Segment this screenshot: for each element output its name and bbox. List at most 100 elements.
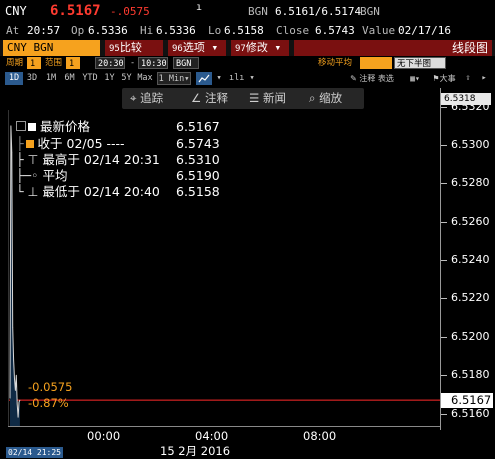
time-from-field[interactable]: 20:30	[95, 57, 125, 69]
track-label: 追踪	[140, 91, 164, 105]
share-icon[interactable]: ⇪	[462, 72, 474, 85]
events-button[interactable]: ⚑大事	[429, 72, 459, 85]
y-tick-mark	[441, 336, 447, 338]
options-number: 96	[172, 44, 183, 54]
zoom-1m-button[interactable]: 1M	[42, 72, 60, 85]
top-price-marker: 6.5318	[441, 93, 491, 105]
tree-branch-icon: ├	[16, 136, 24, 151]
period-field[interactable]: 1	[27, 57, 41, 69]
track-button[interactable]: ⌖ 追踪	[130, 88, 163, 109]
y-tick-mark	[441, 375, 447, 377]
quote-header: CNY 6.5167 -.0575 ı BGN 6.5161/6.5174 BG…	[0, 0, 495, 24]
zoom-button[interactable]: ⌕ 缩放	[309, 88, 342, 109]
at-label: At	[6, 24, 20, 37]
close-value: 6.5743	[315, 24, 355, 37]
legend-label: 最高于 02/14 20:31	[42, 152, 160, 167]
zoom-ytd-button[interactable]: YTD	[80, 72, 100, 85]
price-point	[14, 378, 15, 380]
legend-value: 6.5310	[176, 152, 220, 167]
moving-average-label: 移动平均	[318, 58, 353, 68]
y-tick-mark	[441, 260, 447, 262]
x-tick-label: 04:00	[195, 429, 229, 443]
more-options-icon[interactable]: ▸	[478, 72, 490, 85]
chart-style-dropdown-icon[interactable]: ▾	[214, 72, 224, 85]
legend-item[interactable]: 最新价格 6.5167	[16, 119, 220, 135]
chart-type-title[interactable]: 线段图	[294, 40, 492, 56]
zoom-3d-button[interactable]: 3D	[24, 72, 40, 85]
lower-panel-select[interactable]: 无下半图	[394, 57, 446, 69]
x-tick-label: 00:00	[87, 429, 121, 443]
magnifier-icon: ⌕	[309, 91, 316, 105]
annotate-tools-label: 注释 表选	[359, 74, 394, 83]
zoom-max-button[interactable]: Max	[135, 72, 155, 85]
chart-type-dropdown-icon[interactable]: ▾	[247, 72, 257, 85]
line-chart-icon[interactable]	[196, 72, 212, 85]
interval-value: 1 Min	[158, 74, 185, 84]
ticker-symbol[interactable]: CNY	[5, 4, 27, 18]
price-point	[19, 399, 21, 401]
price-point	[9, 397, 11, 399]
x-date-label: 15 2月 2016	[160, 444, 231, 458]
range-dash: -	[130, 58, 136, 68]
price-change: -.0575	[110, 5, 150, 18]
options-label: 选项	[182, 41, 205, 54]
y-tick-mark	[441, 183, 447, 185]
close-label: Close	[276, 24, 310, 37]
time-to-field[interactable]: 10:30	[138, 57, 168, 69]
zoom-1d-button[interactable]: 1D	[5, 72, 23, 85]
x-axis-line	[8, 426, 440, 427]
y-tick-label: 6.5200	[451, 329, 490, 343]
open-value: 6.5336	[88, 24, 128, 37]
y-tick-label: 6.5240	[451, 253, 490, 267]
edit-label: 修改	[245, 41, 268, 54]
bar-chart-icon[interactable]: ılı	[229, 72, 244, 85]
annotate-label: 注释	[204, 91, 228, 105]
price-point	[15, 374, 17, 376]
source-field[interactable]: BGN	[173, 57, 199, 69]
x-tick-label: 08:00	[303, 429, 337, 443]
legend-item[interactable]: └ ⊥ 最低于 02/14 20:40 6.5158	[16, 184, 220, 200]
price-point	[15, 390, 16, 391]
settings-bar: 周期 1 范围 1 20:30 - 10:30 BGN 移动平均 无下半图	[0, 56, 495, 70]
legend-value: 6.5743	[176, 136, 220, 151]
y-tick-label: 6.5180	[451, 368, 490, 382]
value-date: 02/17/16	[398, 24, 451, 37]
flag-icon: ⚑	[432, 74, 440, 83]
high-value: 6.5336	[156, 24, 196, 37]
legend-item[interactable]: ├ 收于 02/05 ---- 6.5743	[16, 136, 220, 152]
y-axis-line	[440, 88, 441, 430]
security-field[interactable]: CNY BGN Curncy	[3, 40, 100, 70]
open-label: Op	[71, 24, 85, 37]
timestamp-badge: 02/14 21:25	[6, 447, 63, 458]
legend-item[interactable]: ├ ⊤ 最高于 02/14 20:31 6.5310	[16, 152, 220, 168]
dropdown-arrow-icon: ▾	[267, 41, 282, 54]
dropdown-arrow-icon: ▾	[204, 41, 219, 54]
legend-item[interactable]: ├─◦ 平均 6.5190	[16, 168, 220, 184]
legend-label: 收于 02/05 ----	[37, 136, 125, 151]
legend-value: 6.5158	[176, 184, 220, 199]
price-point	[16, 403, 18, 405]
news-button[interactable]: ☰ 新闻	[249, 88, 286, 109]
interval-select[interactable]: 1 Min▾	[157, 72, 191, 85]
tick-arrow-icon: ı	[196, 2, 203, 13]
zoom-5y-button[interactable]: 5Y	[119, 72, 134, 85]
compare-button[interactable]: 95比较	[105, 40, 163, 56]
options-button[interactable]: 96选项 ▾	[168, 40, 226, 56]
zoom-1y-button[interactable]: 1Y	[101, 72, 118, 85]
y-tick-label: 6.5260	[451, 214, 490, 228]
moving-average-field[interactable]	[360, 57, 392, 69]
legend-label: 最低于 02/14 20:40	[42, 184, 160, 199]
source-label: BGN	[248, 5, 268, 18]
edit-button[interactable]: 97修改 ▾	[231, 40, 289, 56]
zoom-6m-button[interactable]: 6M	[61, 72, 78, 85]
ohlc-line: At 20:57 Op 6.5336 Hi 6.5336 Lo 6.5158 C…	[0, 22, 495, 40]
annotate-tools-button[interactable]: ✎ 注释 表选	[346, 72, 398, 85]
annotate-button[interactable]: ∠ 注释	[191, 88, 228, 109]
range-field[interactable]: 1	[66, 57, 80, 69]
high-label: Hi	[140, 24, 154, 37]
change-percent: -0.87%	[28, 396, 69, 410]
edit-number: 97	[235, 44, 246, 54]
dropdown-arrow-icon: ▾	[184, 74, 190, 84]
settings-grid-icon[interactable]: ▦▾	[404, 72, 426, 85]
orange-swatch-icon	[25, 140, 34, 148]
